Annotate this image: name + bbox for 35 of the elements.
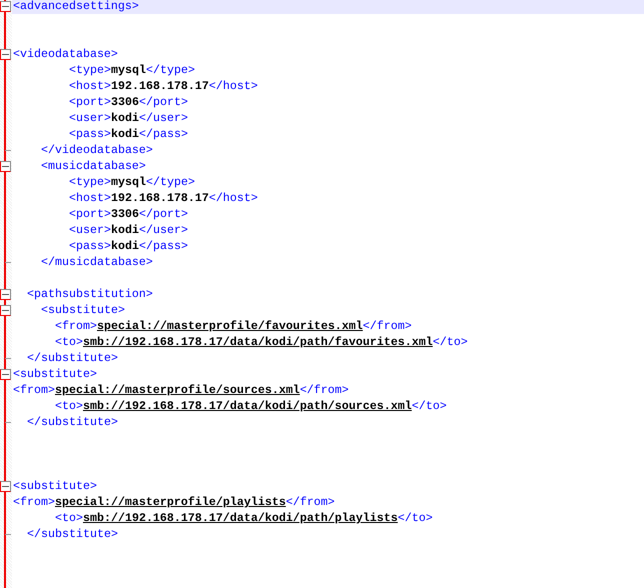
- fold-toggle-icon[interactable]: [0, 161, 11, 172]
- code-line: <substitute>: [13, 479, 97, 493]
- fold-toggle-icon[interactable]: [0, 49, 11, 60]
- code-line: </videodatabase>: [41, 143, 153, 157]
- code-line: <user>kodi</user>: [69, 111, 188, 125]
- code-line: <pass>kodi</pass>: [69, 127, 188, 141]
- code-line: <from>special://masterprofile/playlists</from>: [13, 495, 335, 509]
- code-line: <port>3306</port>: [69, 95, 188, 109]
- code-line: <to>smb://192.168.178.17/data/kodi/path/sources.xml</to>: [55, 399, 447, 413]
- code-line: </substitute>: [27, 527, 118, 541]
- code-line: </substitute>: [27, 351, 118, 365]
- code-line: <host>192.168.178.17</host>: [69, 191, 258, 205]
- fold-toggle-icon[interactable]: [0, 481, 11, 492]
- fold-toggle-icon[interactable]: [0, 289, 11, 300]
- code-line: <pathsubstitution>: [27, 287, 153, 301]
- code-line: <advancedsettings>: [13, 0, 139, 13]
- code-line: <from>special://masterprofile/favourites.xml</from>: [55, 319, 412, 333]
- fold-toggle-icon[interactable]: [0, 305, 11, 316]
- code-line: <videodatabase>: [13, 47, 118, 61]
- fold-toggle-icon[interactable]: [0, 369, 11, 380]
- code-line: <substitute>: [13, 367, 97, 381]
- code-line: <musicdatabase>: [41, 159, 146, 173]
- fold-toggle-icon[interactable]: [0, 1, 11, 12]
- code-line: <from>special://masterprofile/sources.xml</from>: [13, 383, 349, 397]
- code-line: <host>192.168.178.17</host>: [69, 79, 258, 93]
- code-line: <type>mysql</type>: [69, 63, 195, 77]
- code-line: </musicdatabase>: [41, 255, 153, 269]
- code-line: <pass>kodi</pass>: [69, 239, 188, 253]
- code-line: </substitute>: [27, 415, 118, 429]
- code-line: <port>3306</port>: [69, 207, 188, 221]
- code-line: <to>smb://192.168.178.17/data/kodi/path/favourites.xml</to>: [55, 335, 468, 349]
- code-line: <substitute>: [41, 303, 125, 317]
- code-line: <type>mysql</type>: [69, 175, 195, 189]
- code-line: <to>smb://192.168.178.17/data/kodi/path/playlists</to>: [55, 511, 433, 525]
- code-line: <user>kodi</user>: [69, 223, 188, 237]
